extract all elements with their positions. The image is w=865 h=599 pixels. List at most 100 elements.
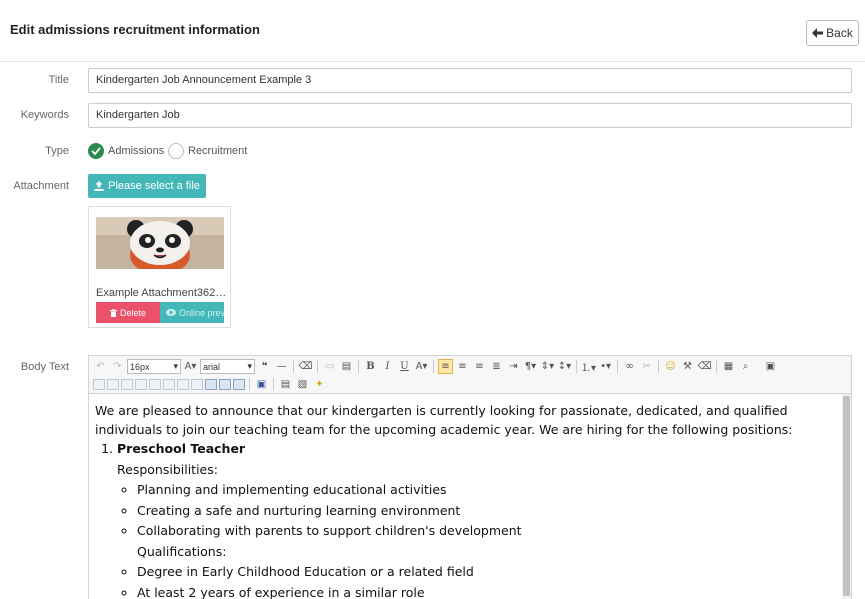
merge-cells-icon[interactable] — [177, 379, 189, 390]
list-item: Preschool Teacher Responsibilities: Plan… — [117, 439, 835, 599]
radio-unchecked-icon — [168, 143, 184, 159]
blockquote-icon[interactable]: ❝ — [257, 359, 272, 374]
upload-icon — [94, 181, 104, 191]
spacing-icon[interactable]: ↕▾ — [557, 359, 572, 374]
toolbar-divider — [249, 378, 250, 391]
radio-label-admissions: Admissions — [108, 145, 165, 157]
keywords-label: Keywords — [20, 109, 69, 121]
insert-row-above-icon[interactable] — [93, 379, 105, 390]
back-button[interactable]: Back — [806, 20, 859, 46]
keywords-input[interactable]: Kindergarten Job — [88, 103, 852, 128]
position-title: Preschool Teacher — [117, 441, 246, 456]
qualifications-label: Qualifications: — [137, 543, 227, 559]
type-label: Type — [45, 145, 69, 157]
toolbar-divider — [576, 360, 577, 373]
toolbar-divider — [358, 360, 359, 373]
attachment-thumbnail[interactable] — [96, 217, 224, 269]
split-cells-icon[interactable] — [191, 379, 203, 390]
toolbar-divider — [617, 360, 619, 373]
check-icon — [88, 143, 104, 159]
list-item: At least 2 years of experience in a simi… — [137, 583, 835, 599]
editor-scrollbar[interactable] — [842, 394, 851, 599]
online-preview-button[interactable]: Online previ — [160, 302, 224, 323]
list-item: Degree in Early Childhood Education or a… — [137, 562, 835, 583]
list-item: Planning and implementing educational ac… — [137, 480, 835, 501]
trash-icon — [109, 308, 117, 317]
paragraph-format-icon[interactable]: ¶▾ — [523, 359, 538, 374]
emoji-icon[interactable]: ☺ — [663, 359, 678, 374]
unlink-icon[interactable]: ✂ — [639, 359, 654, 374]
line-height-icon[interactable]: ⇕▾ — [540, 359, 555, 374]
insert-col-left-icon[interactable] — [135, 379, 147, 390]
font-family-select[interactable]: arial ▾ — [200, 359, 255, 374]
eraser-icon[interactable]: ⌫ — [298, 359, 313, 374]
table-icon[interactable]: ▦ — [721, 359, 736, 374]
link-icon[interactable]: ∞ — [622, 359, 637, 374]
responsibilities-label: Responsibilities: — [117, 461, 218, 477]
editor-content[interactable]: We are pleased to announce that our kind… — [95, 401, 835, 599]
bold-icon[interactable]: B — [363, 359, 378, 374]
list-item-text: Collaborating with parents to support ch… — [137, 523, 522, 538]
title-label: Title — [48, 74, 69, 86]
insert-image-icon[interactable]: ▧ — [295, 377, 310, 392]
delete-row-icon[interactable] — [121, 379, 133, 390]
attachment-card: Example Attachment362.p... Delete Online… — [88, 206, 231, 328]
remove-format-icon[interactable]: ⌫ — [697, 359, 712, 374]
search-replace-icon[interactable]: ⌕ — [738, 359, 753, 374]
toolbar-divider — [716, 360, 718, 373]
editor-toolbar: ↶ ↷ 16px ▾ A▾ arial ▾ ❝ — ⌫ ▭ ▤ B I U A▾ — [89, 356, 851, 394]
preview-label: Online previ — [179, 307, 224, 318]
fullscreen-icon[interactable]: ▣ — [763, 359, 778, 374]
paste-text-icon[interactable]: ▤ — [278, 377, 293, 392]
table-props-icon[interactable] — [205, 379, 217, 390]
font-size-value: 16px — [130, 361, 150, 372]
chevron-down-icon: ▾ — [247, 361, 252, 371]
title-input[interactable]: Kindergarten Job Announcement Example 3 — [88, 68, 852, 93]
delete-table-icon[interactable] — [233, 379, 245, 390]
redo-icon[interactable]: ↷ — [110, 359, 125, 374]
rich-text-editor[interactable]: ↶ ↷ 16px ▾ A▾ arial ▾ ❝ — ⌫ ▭ ▤ B I U A▾ — [88, 355, 852, 599]
font-color-icon[interactable]: A▾ — [414, 359, 429, 374]
align-center-icon[interactable]: ≡ — [455, 359, 470, 374]
font-style-icon[interactable]: A▾ — [183, 359, 198, 374]
align-left-icon[interactable]: ≡ — [438, 359, 453, 374]
insert-row-below-icon[interactable] — [107, 379, 119, 390]
eye-icon — [166, 309, 176, 316]
responsibilities-list: Planning and implementing educational ac… — [137, 480, 835, 599]
select-file-button[interactable]: Please select a file — [88, 174, 206, 198]
attachment-file-name: Example Attachment362.p... — [96, 287, 228, 299]
indent-icon[interactable]: ⇥ — [506, 359, 521, 374]
cell-props-icon[interactable] — [219, 379, 231, 390]
undo-icon[interactable]: ↶ — [93, 359, 108, 374]
chevron-down-icon: ▾ — [173, 361, 178, 371]
save-icon[interactable]: ▣ — [254, 377, 269, 392]
insert-col-right-icon[interactable] — [149, 379, 161, 390]
delete-label: Delete — [119, 307, 146, 318]
delete-col-icon[interactable] — [163, 379, 175, 390]
clean-brush-icon[interactable]: ⚒ — [680, 359, 695, 374]
underline-icon[interactable]: U — [397, 359, 412, 374]
toolbar-divider — [433, 360, 434, 373]
horizontal-rule-icon[interactable]: — — [274, 359, 289, 374]
type-radio-recruitment[interactable]: Recruitment — [168, 143, 247, 159]
back-button-label: Back — [826, 26, 853, 40]
ordered-list-icon[interactable]: ⒈▾ — [581, 359, 596, 374]
scrollbar-thumb[interactable] — [843, 396, 850, 596]
toolbar-divider — [317, 360, 318, 373]
list-item: Creating a safe and nurturing learning e… — [137, 501, 835, 522]
select-file-label: Please select a file — [108, 180, 200, 192]
attachment-label: Attachment — [13, 180, 69, 192]
italic-icon[interactable]: I — [380, 359, 395, 374]
align-justify-icon[interactable]: ≣ — [489, 359, 504, 374]
clear-format-icon[interactable]: ▭ — [322, 359, 337, 374]
font-size-select[interactable]: 16px ▾ — [127, 359, 181, 374]
font-family-value: arial — [203, 361, 221, 372]
toolbar-divider — [658, 360, 660, 373]
magic-wand-icon[interactable]: ✦ — [312, 377, 327, 392]
delete-attachment-button[interactable]: Delete — [96, 302, 160, 323]
toolbar-divider — [273, 378, 274, 391]
type-radio-admissions[interactable]: Admissions — [88, 143, 164, 159]
align-right-icon[interactable]: ≡ — [472, 359, 487, 374]
unordered-list-icon[interactable]: •▾ — [598, 359, 613, 374]
paste-icon[interactable]: ▤ — [339, 359, 354, 374]
